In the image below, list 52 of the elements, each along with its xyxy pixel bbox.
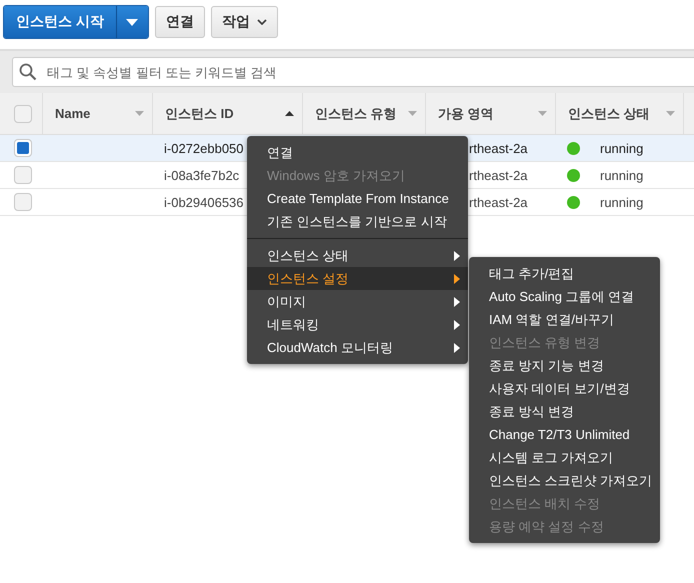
column-header[interactable]: Name [55, 106, 90, 121]
menu-item[interactable]: 사용자 데이터 보기/변경 [469, 377, 660, 400]
menu-item[interactable]: 종료 방지 기능 변경 [469, 354, 660, 377]
submenu-item[interactable]: 네트워킹 [247, 313, 468, 336]
submenu-arrow-icon [454, 250, 460, 260]
menu-item[interactable]: IAM 역할 연결/바꾸기 [469, 308, 660, 331]
table-cell-text: rtheast-2a [468, 168, 528, 182]
chevron-icon [256, 19, 267, 25]
actions-button[interactable]: 작업 [210, 6, 278, 38]
connect-button[interactable]: 연결 [154, 6, 205, 38]
sort-icon[interactable] [538, 111, 547, 116]
sort-icon[interactable] [408, 111, 417, 116]
table-cell-text: running [599, 168, 644, 182]
sort-icon[interactable] [666, 111, 675, 116]
search-bar[interactable]: 태그 및 속성별 필터 또는 키워드별 검색 [12, 57, 694, 87]
submenu-arrow-icon [454, 342, 460, 352]
submenu-item[interactable]: 인스턴스 상태 [247, 244, 468, 267]
select-all-checkbox[interactable] [14, 104, 32, 122]
menu-item[interactable]: 종료 방식 변경 [469, 400, 660, 423]
caret-icon [126, 18, 138, 26]
row-checkbox[interactable] [14, 139, 32, 157]
column-header[interactable]: 인스턴스 상태 [568, 104, 650, 122]
table-cell-text: running [599, 140, 644, 156]
menu-item[interactable]: Auto Scaling 그룹에 연결 [469, 285, 660, 308]
launch-instance-button[interactable]: 인스턴스 시작 [4, 6, 116, 38]
sort-ascending-icon[interactable] [285, 111, 294, 116]
submenu-item[interactable]: CloudWatch 모니터링 [247, 336, 468, 359]
menu-item[interactable]: Create Template From Instance [247, 187, 468, 210]
table-cell-text: i-0272ebb050 [163, 140, 244, 156]
column-header[interactable]: 인스턴스 ID [165, 104, 234, 122]
menu-item[interactable]: 인스턴스 스크린샷 가져오기 [469, 469, 660, 492]
menu-item[interactable]: Change T2/T3 Unlimited [469, 423, 660, 446]
submenu-arrow-icon [454, 320, 460, 330]
table-cell-text: running [599, 194, 644, 210]
menu-item[interactable]: 기존 인스턴스를 기반으로 시작 [247, 210, 468, 233]
menu-item[interactable]: 시스템 로그 가져오기 [469, 446, 660, 469]
column-header[interactable]: 인스턴스 유형 [315, 104, 397, 122]
column-header[interactable]: 가용 영역 [438, 104, 494, 122]
submenu-arrow-icon [454, 274, 460, 284]
submenu-item[interactable]: 이미지 [247, 290, 468, 313]
submenu-item[interactable]: 인스턴스 설정 [247, 267, 468, 290]
submenu-arrow-icon [454, 296, 460, 306]
row-checkbox[interactable] [14, 166, 32, 184]
table-cell-text: rtheast-2a [468, 140, 528, 156]
row-checkbox[interactable] [14, 193, 32, 211]
menu-item[interactable]: 연결 [247, 141, 468, 164]
search-icon [19, 63, 37, 81]
table-cell-text: i-0b29406536 [163, 194, 244, 210]
sort-icon[interactable] [135, 111, 144, 116]
dropdown-button[interactable] [116, 6, 148, 38]
menu-item[interactable]: 태그 추가/편집 [469, 262, 660, 285]
table-cell-text: i-08a3fe7b2c [163, 168, 240, 182]
